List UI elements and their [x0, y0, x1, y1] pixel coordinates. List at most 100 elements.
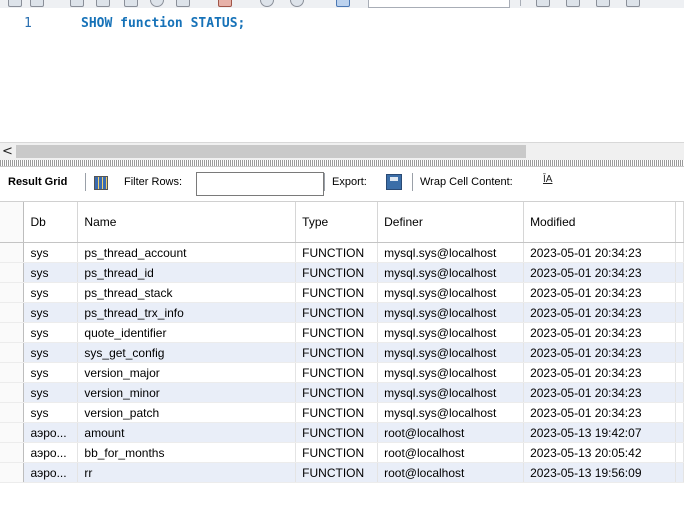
cell-type[interactable]: FUNCTION [295, 322, 379, 343]
cell-modified[interactable]: 2023-05-01 20:34:23 [523, 382, 676, 403]
toggle-continue-icon[interactable] [176, 0, 190, 7]
table-row[interactable]: sys quote_identifier FUNCTION mysql.sys@loc… [0, 322, 684, 343]
cell-type[interactable]: FUNCTION [295, 362, 379, 383]
code-line[interactable]: SHOW function STATUS; [81, 16, 245, 31]
cell-db[interactable]: аэро... [23, 422, 79, 443]
cell-db[interactable]: sys [23, 362, 79, 383]
cell-name[interactable]: rr [77, 462, 297, 483]
column-header-definer[interactable]: Definer [377, 202, 525, 243]
cell-modified[interactable]: 2023-05-13 20:05:42 [523, 442, 676, 463]
limit-rows-select[interactable] [368, 0, 510, 8]
row-selector[interactable] [0, 462, 25, 483]
table-row[interactable]: sys version_minor FUNCTION mysql.sys@localh… [0, 382, 684, 403]
cell-modified[interactable]: 2023-05-01 20:34:23 [523, 402, 676, 423]
cell-db[interactable]: аэро... [23, 442, 79, 463]
cell-db[interactable]: sys [23, 302, 79, 323]
cell-type[interactable]: FUNCTION [295, 282, 379, 303]
cell-type[interactable]: FUNCTION [295, 462, 379, 483]
table-row[interactable]: sys version_major FUNCTION mysql.sys@localh… [0, 362, 684, 383]
cell-modified[interactable]: 2023-05-01 20:34:23 [523, 262, 676, 283]
cell-type[interactable]: FUNCTION [295, 422, 379, 443]
cell-name[interactable]: version_minor [77, 382, 297, 403]
cell-name[interactable]: ps_thread_id [77, 262, 297, 283]
new-tab-icon[interactable] [8, 0, 22, 7]
autocommit-icon[interactable] [290, 0, 304, 7]
scroll-left-icon[interactable]: < [2, 143, 13, 160]
cell-modified[interactable]: 2023-05-01 20:34:23 [523, 362, 676, 383]
column-header-db[interactable]: Db [23, 202, 79, 243]
cell-db[interactable]: sys [23, 342, 79, 363]
cell-type[interactable]: FUNCTION [295, 262, 379, 283]
row-selector[interactable] [0, 382, 25, 403]
row-selector[interactable] [0, 362, 25, 383]
cell-modified[interactable]: 2023-05-01 20:34:23 [523, 322, 676, 343]
cell-type[interactable]: FUNCTION [295, 442, 379, 463]
cell-definer[interactable]: mysql.sys@localhost [377, 262, 525, 283]
cell-name[interactable]: version_major [77, 362, 297, 383]
scrollbar-thumb[interactable] [16, 145, 526, 158]
cell-definer[interactable]: mysql.sys@localhost [377, 322, 525, 343]
editor-horizontal-scrollbar[interactable]: < [0, 142, 684, 160]
cell-definer[interactable]: mysql.sys@localhost [377, 302, 525, 323]
cell-modified[interactable]: 2023-05-01 20:34:23 [523, 282, 676, 303]
table-row[interactable]: аэро... amount FUNCTION root@localhost 2023-… [0, 422, 684, 443]
wrap-lines-icon[interactable] [626, 0, 640, 7]
column-header-modified[interactable]: Modified [523, 202, 676, 243]
export-icon[interactable] [386, 174, 402, 190]
cell-db[interactable]: sys [23, 382, 79, 403]
cell-db[interactable]: аэро... [23, 462, 79, 483]
cell-type[interactable]: FUNCTION [295, 402, 379, 423]
panel-splitter[interactable] [0, 160, 684, 167]
table-row[interactable]: sys ps_thread_account FUNCTION mysql.sys@lo… [0, 242, 684, 263]
table-row[interactable]: аэро... bb_for_months FUNCTION root@localho… [0, 442, 684, 463]
column-header-type[interactable]: Type [295, 202, 379, 243]
cell-definer[interactable]: mysql.sys@localhost [377, 382, 525, 403]
cell-definer[interactable]: root@localhost [377, 422, 525, 443]
cell-db[interactable]: sys [23, 262, 79, 283]
cell-name[interactable]: ps_thread_stack [77, 282, 297, 303]
table-row[interactable]: sys ps_thread_stack FUNCTION mysql.sys@loca… [0, 282, 684, 303]
result-grid-icon[interactable] [94, 176, 108, 190]
row-selector[interactable] [0, 422, 25, 443]
cell-modified[interactable]: 2023-05-01 20:34:23 [523, 242, 676, 263]
cell-definer[interactable]: mysql.sys@localhost [377, 362, 525, 383]
wrap-cell-icon[interactable]: ĪA [543, 174, 552, 185]
limit-rows-icon[interactable] [336, 0, 350, 7]
beautify-icon[interactable] [536, 0, 550, 7]
table-row[interactable]: sys ps_thread_trx_info FUNCTION mysql.sys@l… [0, 302, 684, 323]
cell-definer[interactable]: mysql.sys@localhost [377, 282, 525, 303]
execute-icon[interactable] [70, 0, 84, 7]
cell-name[interactable]: quote_identifier [77, 322, 297, 343]
rollback-icon[interactable] [260, 0, 274, 7]
cell-type[interactable]: FUNCTION [295, 342, 379, 363]
table-row[interactable]: sys version_patch FUNCTION mysql.sys@localh… [0, 402, 684, 423]
cell-modified[interactable]: 2023-05-13 19:56:09 [523, 462, 676, 483]
cell-name[interactable]: sys_get_config [77, 342, 297, 363]
cell-db[interactable]: sys [23, 402, 79, 423]
cell-definer[interactable]: mysql.sys@localhost [377, 402, 525, 423]
cell-type[interactable]: FUNCTION [295, 242, 379, 263]
row-selector[interactable] [0, 282, 25, 303]
commit-icon[interactable] [218, 0, 232, 7]
table-row[interactable]: sys ps_thread_id FUNCTION mysql.sys@localho… [0, 262, 684, 283]
filter-rows-input[interactable] [196, 172, 324, 196]
row-selector[interactable] [0, 262, 25, 283]
row-selector[interactable] [0, 242, 25, 263]
row-selector[interactable] [0, 402, 25, 423]
cell-name[interactable]: bb_for_months [77, 442, 297, 463]
sql-editor[interactable]: 1 SHOW function STATUS; [0, 8, 684, 141]
table-row[interactable]: аэро... rr FUNCTION root@localhost 2023-05-1… [0, 462, 684, 483]
cell-name[interactable]: ps_thread_account [77, 242, 297, 263]
cell-db[interactable]: sys [23, 322, 79, 343]
cell-name[interactable]: amount [77, 422, 297, 443]
cell-db[interactable]: sys [23, 242, 79, 263]
open-file-icon[interactable] [30, 0, 44, 7]
cell-type[interactable]: FUNCTION [295, 302, 379, 323]
explain-icon[interactable] [124, 0, 138, 7]
invisible-chars-icon[interactable] [596, 0, 610, 7]
row-selector[interactable] [0, 322, 25, 343]
execute-current-icon[interactable] [96, 0, 110, 7]
cell-definer[interactable]: root@localhost [377, 442, 525, 463]
cell-name[interactable]: ps_thread_trx_info [77, 302, 297, 323]
cell-definer[interactable]: mysql.sys@localhost [377, 342, 525, 363]
